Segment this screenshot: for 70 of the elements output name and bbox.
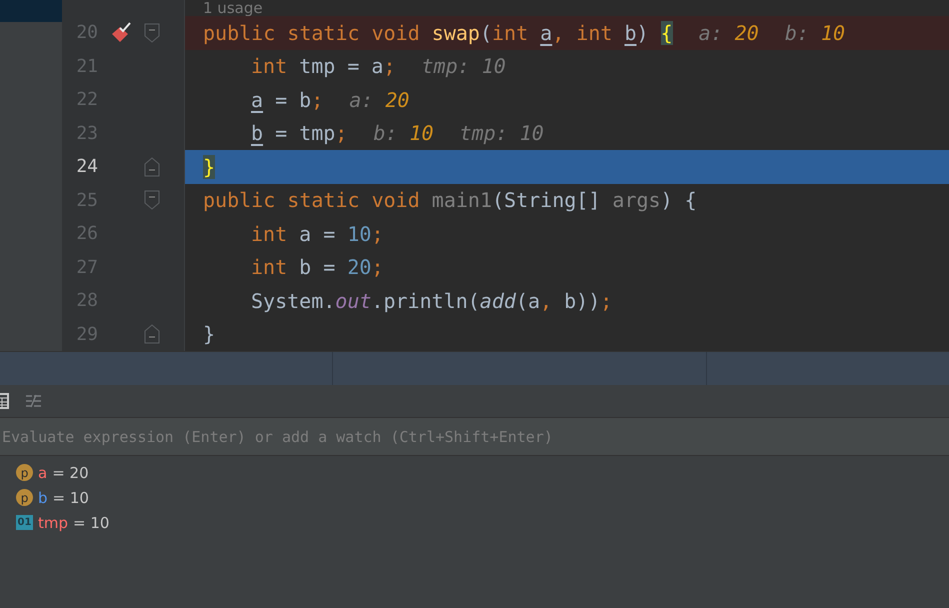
code-keyword: int [492,20,530,45]
code-text: ) { [660,188,697,212]
code-text: tmp = a [299,54,384,78]
watch-expression-field[interactable]: Evaluate expression (Enter) or add a watch (Ctrl+Shift+Enter) [0,418,949,456]
inline-value-hint: b: [373,121,398,146]
fold-collapse-icon[interactable] [144,156,160,177]
variable-name[interactable]: a [38,464,48,482]
list-settings-icon[interactable] [25,394,42,408]
variable-name[interactable]: tmp [38,514,68,532]
inline-value: 10 [409,121,434,146]
code-keyword: ; [371,255,384,280]
variable-value: = 20 [52,464,89,482]
code-keyword: , int [552,20,614,45]
code-parameter: a [540,20,552,45]
fold-collapse-icon[interactable] [144,22,160,43]
matched-brace: { [660,20,673,45]
code-text: } [203,322,216,346]
code-keyword: int [251,54,288,78]
matched-brace: } [203,154,216,179]
code-parameter: b [251,121,264,146]
code-static-call: add [480,288,516,313]
code-keyword: ; [371,222,384,246]
code-keyword: ; [335,121,348,146]
code-number: 20 [347,255,372,280]
code-text: b)) [564,288,600,313]
code-text: = tmp [274,121,336,146]
code-keyword: , [540,288,554,313]
variable-name[interactable]: b [38,488,48,506]
variable-value: = 10 [52,488,89,506]
inline-value-hint: tmp: 10 [460,121,544,146]
code-parameter: a [251,88,264,112]
inline-value: 10 [820,20,846,45]
code-keyword: ; [600,288,612,313]
variable-value: = 10 [73,514,110,532]
code-text: (a [516,288,540,313]
code-method-name: swap [432,20,480,45]
calculator-icon[interactable] [0,393,9,409]
code-keyword: int [251,222,288,246]
fold-collapse-icon[interactable] [144,190,160,210]
code-text: ) [636,20,650,45]
code-parameter: b [624,20,637,45]
code-text: a = [299,222,336,246]
inline-value: 20 [734,20,759,45]
code-text: ( [480,20,492,45]
code-text: .println( [371,288,480,313]
code-text: = b [274,88,312,112]
line-number: 24 [75,156,98,178]
code-keyword: int [251,255,288,280]
code-text: System. [251,288,336,313]
code-static-field: out [335,288,372,313]
project-panel-selection [0,0,62,22]
code-unused-identifier: args [612,188,661,212]
code-text: b = [299,255,336,280]
inline-value-hint: a: [349,88,374,112]
code-number: 10 [347,222,372,246]
fold-collapse-icon[interactable] [144,324,160,344]
code-keyword: ; [311,88,324,112]
code-keyword: public static void [203,188,421,212]
code-keyword: public static void [203,20,421,45]
local-variable-icon: 01 [16,515,33,530]
code-unused-identifier: main1 [432,188,492,212]
inline-value: 20 [385,88,410,112]
parameter-icon: p [16,464,33,481]
parameter-icon: p [16,489,33,506]
inline-value-hint: b: [784,20,809,45]
usage-hint[interactable]: 1 usage [203,1,263,16]
inline-value-hint: a: [698,20,723,45]
code-keyword: ; [383,54,396,78]
code-text: (String[] [492,188,602,212]
inline-value-hint: tmp: 10 [422,54,506,78]
